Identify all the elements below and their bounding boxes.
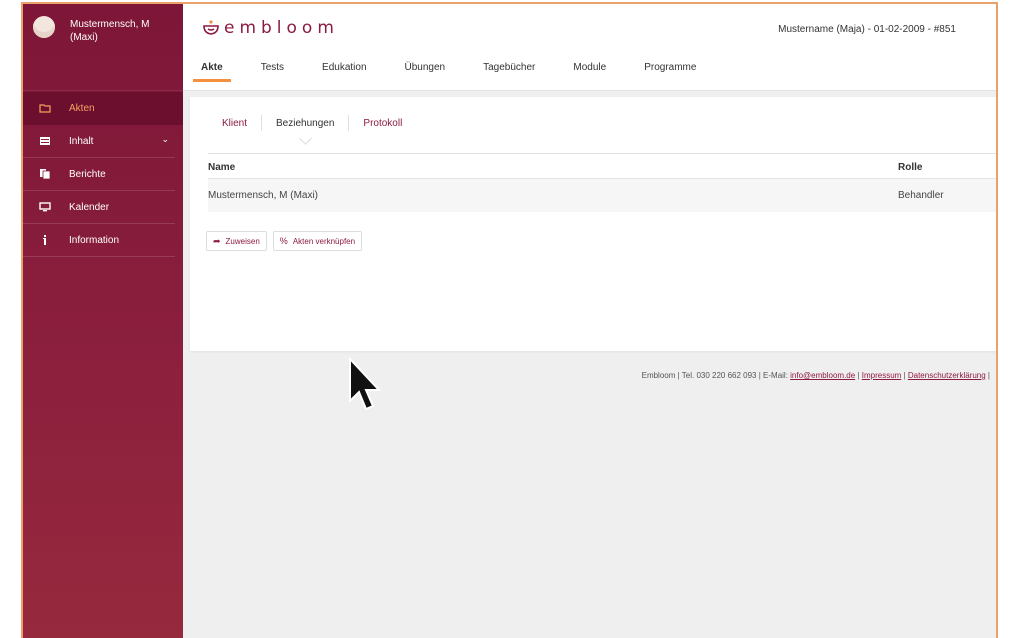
tab-tagebuecher[interactable]: Tagebücher xyxy=(483,62,535,82)
footer-text: Embloom | Tel. 030 220 662 093 | E-Mail: xyxy=(641,371,788,380)
tab-edukation[interactable]: Edukation xyxy=(322,62,366,82)
subtab-klient[interactable]: Klient xyxy=(208,118,261,129)
column-header-name[interactable]: Name xyxy=(208,162,235,173)
share-arrow-icon: ➦ xyxy=(213,235,221,246)
mouse-cursor-icon xyxy=(349,357,382,411)
sidebar-item-berichte[interactable]: Berichte xyxy=(23,158,175,191)
cell-role: Behandler xyxy=(898,190,944,201)
patient-info: Mustername (Maja) - 01-02-2009 - #851 xyxy=(778,24,956,35)
user-name-line-1: Mustermensch, M xyxy=(70,19,150,30)
sidebar-item-kalender[interactable]: Kalender xyxy=(23,191,175,224)
footer-separator: | xyxy=(987,371,990,380)
footer: Embloom | Tel. 030 220 662 093 | E-Mail:… xyxy=(642,371,990,380)
sub-tabs: Klient Beziehungen Protokoll xyxy=(208,115,416,131)
sidebar-item-label: Kalender xyxy=(69,202,110,213)
link-icon: % xyxy=(279,236,288,246)
subtab-protokoll[interactable]: Protokoll xyxy=(349,118,416,129)
table-header: Name Rolle xyxy=(208,154,996,179)
info-icon xyxy=(43,235,46,245)
footer-separator: | xyxy=(903,371,906,380)
folder-icon xyxy=(39,104,51,113)
tab-module[interactable]: Module xyxy=(573,62,606,82)
document-icon xyxy=(40,169,51,180)
top-header: embloom Mustername (Maja) - 01-02-2009 -… xyxy=(183,4,996,91)
column-header-rolle[interactable]: Rolle xyxy=(898,162,922,173)
tab-uebungen[interactable]: Übungen xyxy=(405,62,446,82)
sidebar-item-information[interactable]: Information xyxy=(23,224,175,257)
list-icon xyxy=(40,137,50,145)
privacy-link[interactable]: Datenschutzerklärung xyxy=(908,371,986,380)
sidebar-item-label: Information xyxy=(69,235,120,246)
user-name: Mustermensch, M (Maxi) xyxy=(70,18,149,44)
link-records-button[interactable]: % Akten verknüpfen xyxy=(272,231,363,251)
link-records-button-label: Akten verknüpfen xyxy=(292,236,356,246)
tab-programme[interactable]: Programme xyxy=(644,62,696,82)
user-name-line-2: (Maxi) xyxy=(70,32,98,43)
chevron-down-icon[interactable]: ⌄ xyxy=(161,134,169,145)
main-tabs: Akte Tests Edukation Übungen Tagebücher … xyxy=(193,62,734,82)
sidebar-item-label: Akten xyxy=(69,103,95,114)
assign-button[interactable]: ➦ Zuweisen xyxy=(206,231,267,251)
sidebar: Mustermensch, M (Maxi) Akten Inhalt ⌄ Be… xyxy=(23,4,183,638)
sidebar-nav: Akten Inhalt ⌄ Berichte Kalender Informa… xyxy=(23,92,183,257)
sidebar-item-inhalt[interactable]: Inhalt ⌄ xyxy=(23,125,175,158)
tab-tests[interactable]: Tests xyxy=(261,62,284,82)
cell-name: Mustermensch, M (Maxi) xyxy=(208,190,319,201)
embloom-logo-icon xyxy=(203,20,219,35)
action-buttons: ➦ Zuweisen % Akten verknüpfen xyxy=(206,231,368,251)
sidebar-item-label: Inhalt xyxy=(69,136,94,147)
email-link[interactable]: info@embloom.de xyxy=(790,371,855,380)
sidebar-item-label: Berichte xyxy=(69,169,106,180)
main-area: embloom Mustername (Maja) - 01-02-2009 -… xyxy=(183,4,996,638)
app-window: Mustermensch, M (Maxi) Akten Inhalt ⌄ Be… xyxy=(21,2,998,638)
impressum-link[interactable]: Impressum xyxy=(862,371,902,380)
relations-table: Name Rolle Mustermensch, M (Maxi) Behand… xyxy=(208,153,996,212)
tab-akte[interactable]: Akte xyxy=(193,62,231,82)
table-row[interactable]: Mustermensch, M (Maxi) Behandler xyxy=(208,179,996,212)
avatar xyxy=(33,16,55,38)
content-card: Klient Beziehungen Protokoll Name Rolle … xyxy=(190,97,996,411)
sidebar-item-akten[interactable]: Akten xyxy=(23,92,183,125)
footer-separator: | xyxy=(857,371,860,380)
subtab-beziehungen[interactable]: Beziehungen xyxy=(262,118,348,129)
monitor-icon xyxy=(39,202,51,212)
assign-button-label: Zuweisen xyxy=(225,236,260,246)
logo-text: embloom xyxy=(224,18,339,38)
brand-logo[interactable]: embloom xyxy=(202,18,339,38)
user-profile[interactable]: Mustermensch, M (Maxi) xyxy=(23,4,183,91)
